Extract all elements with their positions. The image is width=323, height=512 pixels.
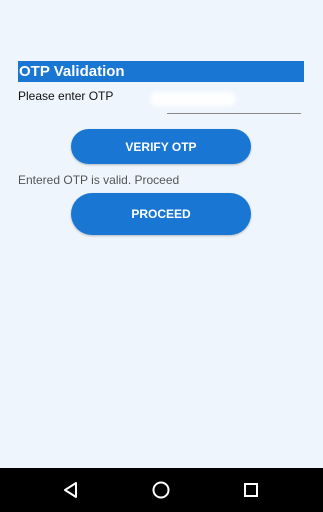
back-triangle-icon — [64, 482, 77, 498]
system-navigation-bar — [0, 468, 323, 512]
otp-prompt-label: Please enter OTP — [18, 89, 114, 103]
page-title: OTP Validation — [18, 61, 304, 82]
recent-apps-square-icon — [244, 483, 258, 497]
status-message: Entered OTP is valid. Proceed — [18, 173, 180, 187]
recent-apps-button[interactable] — [221, 468, 281, 512]
back-button[interactable] — [41, 468, 101, 512]
home-circle-icon — [152, 481, 170, 499]
otp-redaction — [150, 92, 236, 106]
proceed-button[interactable]: PROCEED — [71, 193, 251, 235]
verify-otp-button[interactable]: VERIFY OTP — [71, 129, 251, 164]
app-screen: OTP Validation Please enter OTP VERIFY O… — [0, 0, 323, 468]
home-button[interactable] — [131, 468, 191, 512]
